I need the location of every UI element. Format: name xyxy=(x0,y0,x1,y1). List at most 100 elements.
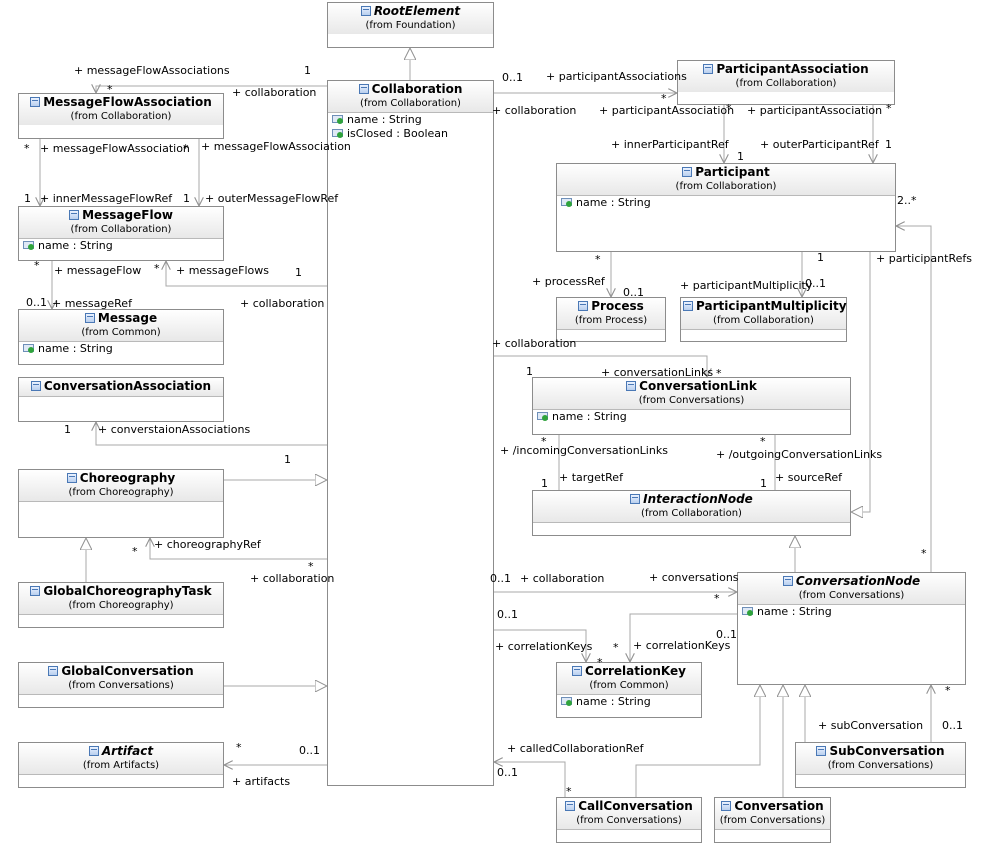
class-package: (from Common) xyxy=(81,327,161,338)
multiplicity-label: * xyxy=(921,547,927,560)
multiplicity-label: * xyxy=(886,102,892,115)
role-label: + participantMultiplicity xyxy=(680,279,813,292)
multiplicity-label: 0..1 xyxy=(805,277,826,290)
class-process[interactable]: Process (from Process) xyxy=(556,297,666,342)
class-package: (from Conversations) xyxy=(798,590,905,601)
role-label: + messageFlowAssociation xyxy=(40,142,190,155)
multiplicity-label: * xyxy=(132,545,138,558)
multiplicity-label: 1 xyxy=(817,251,824,264)
class-participant[interactable]: Participant (from Collaboration) name : … xyxy=(556,163,896,252)
class-name: MessageFlowAssociation xyxy=(43,95,212,109)
attribute-row: name : String xyxy=(557,695,701,709)
class-name: ParticipantMultiplicity xyxy=(696,299,847,313)
class-sub-conversation[interactable]: SubConversation (from Conversations) xyxy=(795,742,966,788)
role-label: + /outgoingConversationLinks xyxy=(716,448,883,461)
class-icon xyxy=(30,97,41,107)
role-label: + messageFlows xyxy=(176,264,269,277)
class-name: ConversationNode xyxy=(795,574,921,588)
class-conversation-link[interactable]: ConversationLink (from Conversations) na… xyxy=(532,377,851,435)
multiplicity-label: 1 xyxy=(24,192,31,205)
class-icon xyxy=(30,586,41,596)
class-global-conversation[interactable]: GlobalConversation (from Conversations) xyxy=(18,662,224,708)
multiplicity-label: 1 xyxy=(526,365,533,378)
class-icon xyxy=(630,494,641,504)
multiplicity-label: * xyxy=(595,253,601,266)
class-participant-multiplicity[interactable]: ParticipantMultiplicity (from Collaborat… xyxy=(680,297,847,342)
role-label: + collaboration xyxy=(250,572,335,585)
class-conversation[interactable]: Conversation (from Conversations) xyxy=(714,797,831,843)
class-message[interactable]: Message (from Common) name : String xyxy=(18,309,224,365)
multiplicity-label: * xyxy=(236,741,242,754)
role-label: + artifacts xyxy=(232,775,291,788)
class-choreography[interactable]: Choreography (from Choreography) xyxy=(18,469,224,538)
assoc-cn-participant xyxy=(896,226,932,572)
multiplicity-label: 0..1 xyxy=(716,628,737,641)
class-call-conversation[interactable]: CallConversation (from Conversations) xyxy=(556,797,702,843)
class-interaction-node[interactable]: InteractionNode (from Collaboration) xyxy=(532,490,851,536)
attribute-row: isClosed : Boolean xyxy=(328,127,493,141)
class-package: (from Collaboration) xyxy=(641,508,742,519)
class-correlation-key[interactable]: CorrelationKey (from Common) name : Stri… xyxy=(556,662,702,718)
class-package: (from Conversations) xyxy=(68,680,174,691)
multiplicity-label: * xyxy=(183,142,189,155)
class-package: (from Artifacts) xyxy=(82,760,160,771)
class-root-element[interactable]: RootElement (from Foundation) xyxy=(327,2,494,48)
class-collaboration[interactable]: Collaboration (from Collaboration) name … xyxy=(327,80,494,786)
role-label: + sourceRef xyxy=(775,471,843,484)
class-conversation-node[interactable]: ConversationNode (from Conversations) na… xyxy=(737,572,966,685)
multiplicity-label: * xyxy=(154,262,160,275)
multiplicity-label: 1 xyxy=(885,138,892,151)
multiplicity-label: 1 xyxy=(284,453,291,466)
attribute-row: name : String xyxy=(328,113,493,127)
class-participant-association[interactable]: ParticipantAssociation (from Collaborati… xyxy=(677,60,895,105)
role-label: + conversations xyxy=(649,571,739,584)
multiplicity-label: 1 xyxy=(183,192,190,205)
class-icon xyxy=(703,64,714,74)
role-label: + innerMessageFlowRef xyxy=(40,192,173,205)
role-label: + calledCollaborationRef xyxy=(507,742,644,755)
class-name: SubConversation xyxy=(829,744,945,758)
attribute-icon xyxy=(537,412,549,421)
class-package: (from Conversations) xyxy=(638,395,745,406)
class-message-flow-association[interactable]: MessageFlowAssociation (from Collaborati… xyxy=(18,93,224,139)
class-package: (from Common) xyxy=(589,680,669,691)
class-package: (from Collaboration) xyxy=(713,315,814,326)
class-package: (from Conversations) xyxy=(719,815,826,826)
gen-participant-interaction xyxy=(851,252,871,512)
class-icon xyxy=(683,301,693,311)
class-icon xyxy=(30,381,41,391)
multiplicity-label: 0..1 xyxy=(623,286,644,299)
role-label: + participantAssociation xyxy=(599,104,735,117)
class-package: (from Collaboration) xyxy=(735,78,837,89)
multiplicity-label: * xyxy=(613,641,619,654)
class-name: Message xyxy=(97,311,158,325)
class-conversation-association[interactable]: ConversationAssociation xyxy=(18,377,224,422)
class-icon xyxy=(88,746,99,756)
multiplicity-label: * xyxy=(107,83,113,96)
class-name: ConversationAssociation xyxy=(43,379,212,393)
multiplicity-label: * xyxy=(716,367,722,380)
role-label: + collaboration xyxy=(240,297,325,310)
class-global-choreography-task[interactable]: GlobalChoreographyTask (from Choreograph… xyxy=(18,582,224,628)
class-name: MessageFlow xyxy=(82,208,173,222)
multiplicity-label: 0..1 xyxy=(497,766,518,779)
class-name: Artifact xyxy=(101,744,154,758)
class-icon xyxy=(565,801,576,811)
class-icon xyxy=(360,6,371,16)
class-name: GlobalConversation xyxy=(61,664,194,678)
multiplicity-label: * xyxy=(566,785,572,798)
class-icon xyxy=(682,167,693,177)
class-artifact[interactable]: Artifact (from Artifacts) xyxy=(18,742,224,788)
role-label: + collaboration xyxy=(520,572,605,585)
class-name: RootElement xyxy=(373,4,461,18)
multiplicity-label: * xyxy=(24,142,30,155)
attribute-row: name : String xyxy=(557,196,895,210)
class-package: (from Foundation) xyxy=(365,20,456,31)
role-label: + converstaionAssociations xyxy=(98,423,251,436)
class-name: CallConversation xyxy=(578,799,693,813)
class-name: ConversationLink xyxy=(639,379,757,393)
multiplicity-label: 1 xyxy=(304,64,311,77)
multiplicity-label: 1 xyxy=(541,477,548,490)
class-name: GlobalChoreographyTask xyxy=(43,584,212,598)
class-message-flow[interactable]: MessageFlow (from Collaboration) name : … xyxy=(18,206,224,261)
